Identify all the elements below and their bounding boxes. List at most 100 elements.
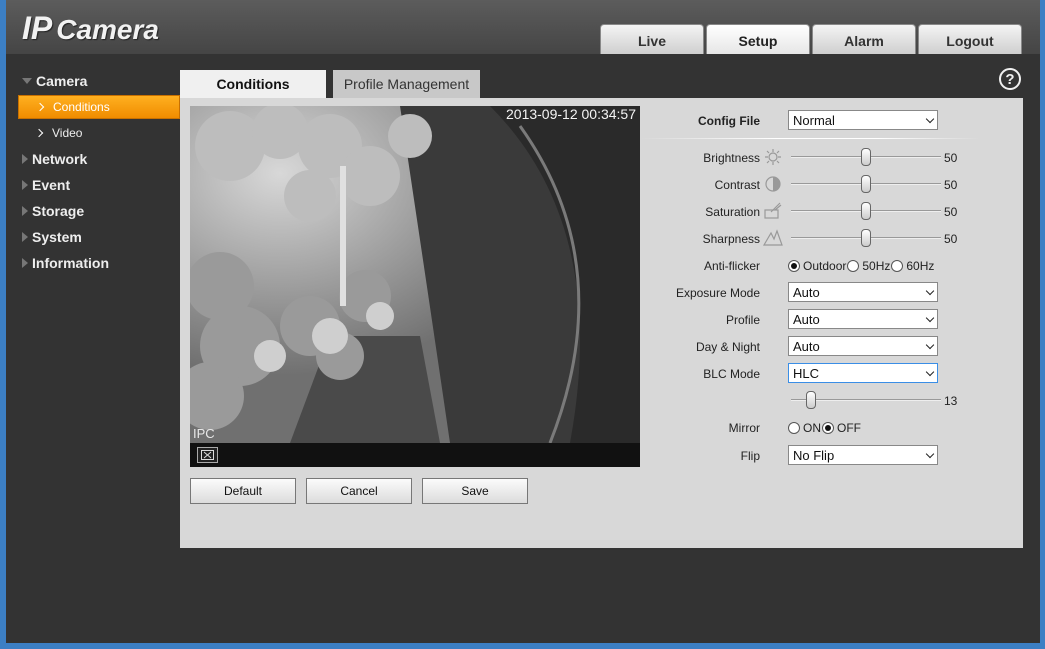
tab-live[interactable]: Live [600,24,704,54]
sidebar-item-conditions[interactable]: Conditions [18,95,180,119]
sidebar-item-label: Storage [32,203,85,219]
sharpness-slider-handle[interactable] [861,229,871,247]
chevron-down-icon [925,286,935,296]
app-window: IP Camera Live Setup Alarm Logout Camera … [6,0,1040,643]
mirror-label: Mirror [728,421,760,435]
footer-area [6,548,1040,643]
caret-right-icon [22,180,28,190]
flip-select[interactable]: No Flip [788,445,938,465]
sidebar-item-label: Network [32,151,88,167]
header-bar: IP Camera Live Setup Alarm Logout [6,0,1040,54]
sidebar-item-storage[interactable]: Storage [18,198,180,224]
sidebar-item-system[interactable]: System [18,224,180,250]
blc-mode-select[interactable]: HLC [788,363,938,383]
anti-flicker-60hz-radio[interactable] [891,260,904,272]
fullscreen-button[interactable] [197,447,218,463]
logo: IP Camera [22,10,159,47]
profile-value: Auto [793,311,820,327]
blc-mode-label: BLC Mode [703,367,760,381]
cancel-button[interactable]: Cancel [306,478,412,504]
anti-flicker-50hz-radio[interactable] [847,260,860,272]
sharpness-value: 50 [944,232,958,246]
profile-select[interactable]: Auto [788,309,938,329]
flip-label: Flip [740,449,760,463]
logo-camera: Camera [56,14,159,45]
help-icon[interactable]: ? [999,68,1021,90]
contrast-icon [765,176,781,192]
sharpness-icon [763,229,783,246]
saturation-slider-handle[interactable] [861,202,871,220]
exposure-mode-select[interactable]: Auto [788,282,938,302]
tab-conditions[interactable]: Conditions [180,70,326,98]
mirror-radio-group: ON OFF [788,420,862,436]
anti-flicker-outdoor-label: Outdoor [803,259,847,273]
chevron-down-icon [925,340,935,350]
chevron-down-icon [925,114,935,124]
mirror-on-radio[interactable] [788,422,800,434]
chevron-right-icon [34,128,44,138]
caret-right-icon [22,232,28,242]
conditions-panel: 2013-09-12 00:34:57 IPC Default Cancel S… [180,98,1023,548]
blc-level-slider-handle[interactable] [805,391,816,409]
caret-right-icon [22,154,28,164]
exposure-mode-label: Exposure Mode [675,286,760,300]
sidebar-item-video[interactable]: Video [18,120,180,146]
tab-setup[interactable]: Setup [706,24,810,54]
sidebar-item-camera[interactable]: Camera [18,68,180,94]
save-button[interactable]: Save [422,478,528,504]
sidebar-item-information[interactable]: Information [18,250,180,276]
config-file-select[interactable]: Normal [788,110,938,130]
mirror-off-label: OFF [837,421,861,435]
default-button[interactable]: Default [190,478,296,504]
caret-down-icon [22,78,32,84]
sidebar-item-label: Conditions [53,100,110,114]
day-night-value: Auto [793,338,820,354]
day-night-select[interactable]: Auto [788,336,938,356]
sidebar-item-label: Camera [36,73,88,89]
blc-level-value: 13 [944,394,958,408]
flip-value: No Flip [793,447,835,463]
logo-ip: IP [22,10,53,46]
sidebar-item-label: Event [32,177,71,193]
anti-flicker-50hz-label: 50Hz [862,259,891,273]
sidebar-item-label: Information [32,255,109,271]
day-night-label: Day & Night [695,340,760,354]
anti-flicker-outdoor-radio[interactable] [788,260,800,272]
chevron-down-icon [925,449,935,459]
caret-right-icon [22,206,28,216]
brightness-label: Brightness [703,151,760,165]
sidebar-item-label: Video [52,126,83,140]
sidebar-item-event[interactable]: Event [18,172,180,198]
saturation-value: 50 [944,205,958,219]
brightness-slider-handle[interactable] [861,148,871,166]
divider [640,138,980,139]
saturation-label: Saturation [705,205,760,219]
saturation-icon [764,202,782,219]
sharpness-label: Sharpness [702,232,760,246]
mirror-off-radio[interactable] [822,422,834,434]
mirror-on-label: ON [803,421,821,435]
tab-alarm[interactable]: Alarm [812,24,916,54]
anti-flicker-label: Anti-flicker [703,259,760,273]
profile-label: Profile [725,313,760,327]
chevron-right-icon [35,102,45,112]
tab-profile-management[interactable]: Profile Management [333,70,480,98]
fullscreen-icon [201,450,214,460]
contrast-slider-handle[interactable] [861,175,871,193]
brightness-icon [765,149,781,165]
contrast-label: Contrast [714,178,760,192]
contrast-value: 50 [944,178,958,192]
chevron-down-icon [925,313,935,323]
exposure-mode-value: Auto [793,284,820,300]
anti-flicker-radio-group: Outdoor 50Hz 60Hz [788,258,935,274]
sidebar: Camera Conditions Video Network Event St… [18,68,180,276]
caret-right-icon [22,258,28,268]
anti-flicker-60hz-label: 60Hz [906,259,935,273]
config-file-label: Config File [698,114,760,128]
video-channel-label: IPC [193,426,215,441]
brightness-value: 50 [944,151,958,165]
tab-logout[interactable]: Logout [918,24,1022,54]
sidebar-item-network[interactable]: Network [18,146,180,172]
sidebar-item-label: System [32,229,82,245]
chevron-down-icon [925,367,935,377]
